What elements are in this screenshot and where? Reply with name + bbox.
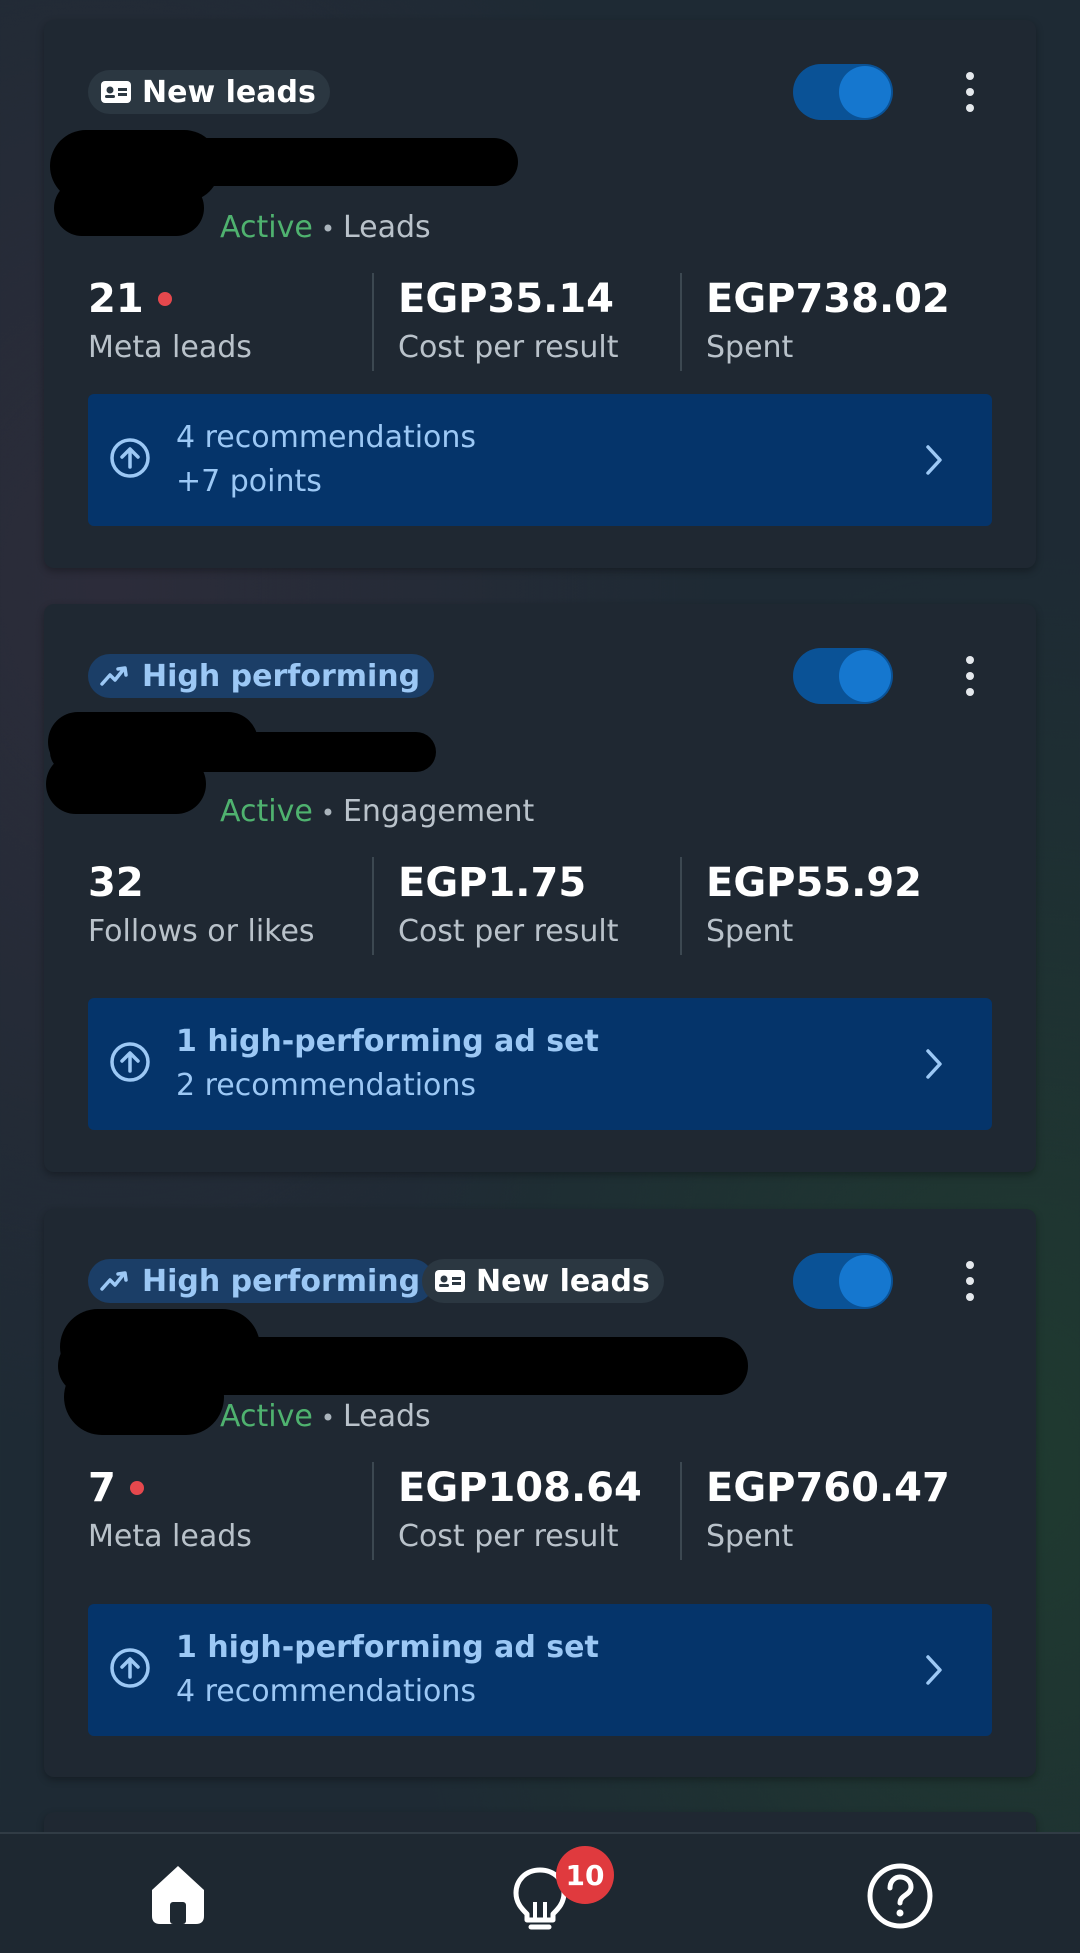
recommendations-banner[interactable]: 1 high-performing ad set 2 recommendatio… [88,998,992,1130]
objective: Engagement [342,794,535,829]
divider [372,857,374,955]
metric-value: EGP1.75 [398,860,587,906]
nav-home-button[interactable] [146,1862,210,1930]
status-active: Active [220,794,313,829]
lead-form-icon [434,1269,466,1293]
help-icon [867,1863,933,1929]
metric-value: 21 [88,276,144,322]
metric-label: Spent [706,330,794,365]
divider [680,857,682,955]
new-leads-chip: New leads [422,1259,664,1303]
alert-dot [157,292,172,306]
recommendation-subtitle: +7 points [176,464,322,499]
chevron-right-icon [926,445,942,475]
recommendation-title: 4 recommendations [176,420,477,455]
chevron-right-icon [926,1655,942,1685]
divider [372,273,374,371]
home-icon [152,1866,204,1924]
bottom-nav [0,1832,1080,1953]
recommendation-title: 1 high-performing ad set [176,1024,599,1059]
campaign-card-3[interactable]: High performing New leads Active • Leads 7… [44,1209,1036,1777]
arrow-up-circle-icon [110,438,150,478]
trend-up-icon [100,664,132,688]
metric-value: EGP760.47 [706,1465,950,1511]
alert-dot [129,1481,144,1495]
more-options-icon[interactable] [962,72,978,112]
chevron-right-icon [926,1049,942,1079]
high-performing-chip: High performing [88,654,435,698]
recommendation-subtitle: 2 recommendations [176,1068,477,1103]
nav-help-button[interactable] [866,1862,934,1934]
metric-spent: EGP55.92 Spent [706,860,1006,949]
recommendations-banner[interactable]: 4 recommendations +7 points [88,394,992,526]
metric-value: 7 [88,1465,116,1511]
metric-results: 21 Meta leads [88,276,388,365]
metric-results: 32 Follows or likes [88,860,388,949]
metric-cost-per-result: EGP1.75 Cost per result [398,860,698,949]
recommendations-banner[interactable]: 1 high-performing ad set 4 recommendatio… [88,1604,992,1736]
new-leads-chip: New leads [88,70,330,114]
chip-label: High performing [142,1263,421,1299]
status-line: Active • Engagement [220,794,535,829]
divider [680,1462,682,1560]
metric-label: Spent [706,1519,794,1554]
trend-up-icon [100,1269,132,1293]
status-line: Active • Leads [220,210,431,245]
campaign-card-1[interactable]: New leads Active • Leads 21 Meta leads EGP… [44,20,1036,568]
more-options-icon[interactable] [962,1261,978,1301]
toggle-knob [839,66,891,118]
more-options-icon[interactable] [962,656,978,696]
metric-value: EGP108.64 [398,1465,642,1511]
metric-spent: EGP738.02 Spent [706,276,1006,365]
recommendation-subtitle: 4 recommendations [176,1674,477,1709]
metric-label: Spent [706,914,794,949]
status-active: Active [220,1399,313,1434]
metric-results: 7 Meta leads [88,1465,388,1554]
notification-badge: 10 [556,1846,614,1904]
chip-label: New leads [142,74,316,110]
campaign-card-2[interactable]: High performing Active • Engagement 32 Fol… [44,604,1036,1172]
metric-value: EGP738.02 [706,276,950,322]
divider [680,273,682,371]
high-performing-chip: High performing [88,1259,435,1303]
metric-cost-per-result: EGP108.64 Cost per result [398,1465,698,1554]
metric-spent: EGP760.47 Spent [706,1465,1006,1554]
lead-form-icon [100,80,132,104]
campaign-toggle[interactable] [793,648,893,704]
metric-label: Cost per result [398,330,619,365]
chip-label: High performing [142,658,421,694]
toggle-knob [839,1255,891,1307]
metric-value: 32 [88,860,144,906]
metric-value: EGP55.92 [706,860,922,906]
arrow-up-circle-icon [110,1648,150,1688]
metric-cost-per-result: EGP35.14 Cost per result [398,276,698,365]
arrow-up-circle-icon [110,1042,150,1082]
divider [372,1462,374,1560]
toggle-knob [839,650,891,702]
metric-label: Meta leads [88,1519,252,1554]
chip-label: New leads [476,1263,650,1299]
status-active: Active [220,210,313,245]
metric-label: Follows or likes [88,914,315,949]
campaign-toggle[interactable] [793,64,893,120]
campaign-toggle[interactable] [793,1253,893,1309]
metric-label: Meta leads [88,330,252,365]
objective: Leads [342,1399,431,1434]
recommendation-title: 1 high-performing ad set [176,1630,599,1665]
status-line: Active • Leads [220,1399,431,1434]
objective: Leads [342,210,431,245]
metric-value: EGP35.14 [398,276,614,322]
metric-label: Cost per result [398,1519,619,1554]
metric-label: Cost per result [398,914,619,949]
